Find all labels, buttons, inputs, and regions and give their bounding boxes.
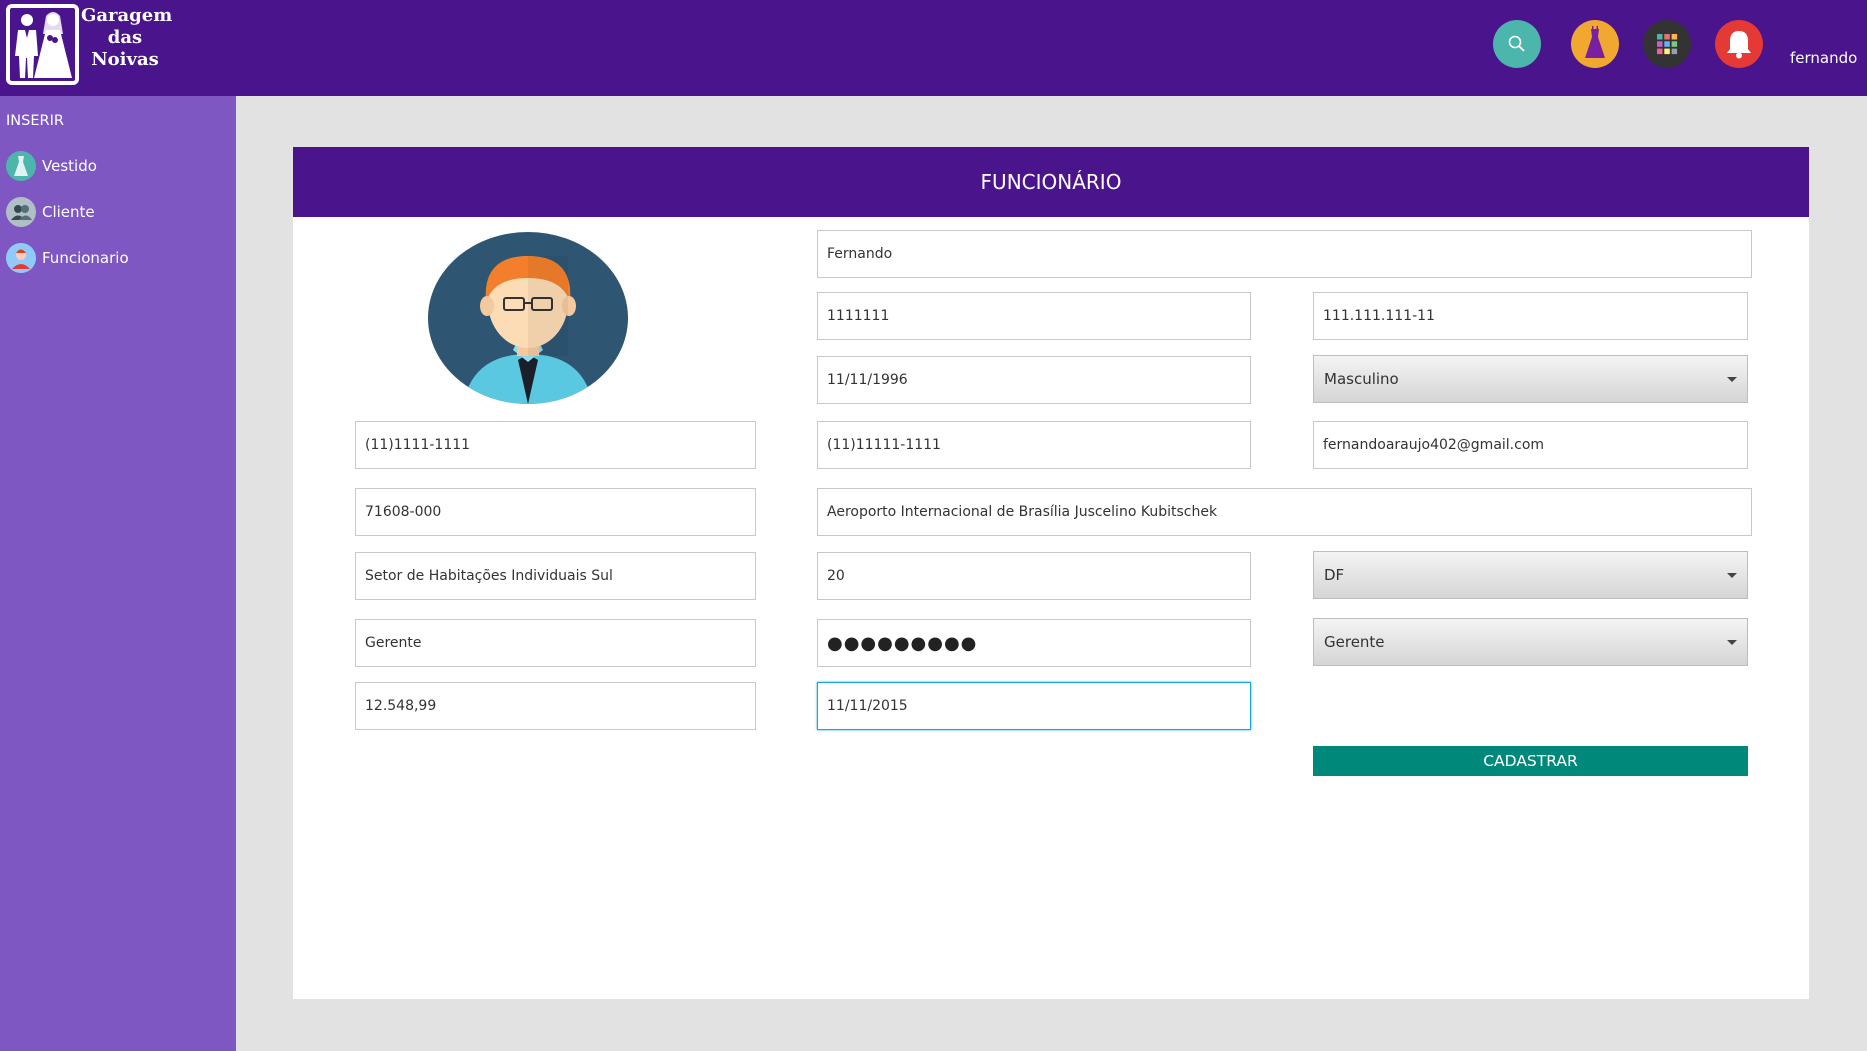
- name-field[interactable]: Fernando: [817, 230, 1752, 278]
- brand-line-2: das: [107, 27, 143, 48]
- mobile-field[interactable]: (11)11111-1111: [817, 421, 1251, 469]
- sidebar-item-funcionario[interactable]: Funcionario: [6, 242, 206, 274]
- number-field[interactable]: 20: [817, 552, 1251, 600]
- chevron-down-icon: [1727, 639, 1737, 645]
- logo-icon[interactable]: [6, 4, 79, 85]
- bell-icon[interactable]: [1715, 20, 1763, 68]
- hire-date-field[interactable]: 11/11/2015: [817, 682, 1251, 730]
- employee-icon: [6, 243, 36, 273]
- chevron-down-icon: [1727, 572, 1737, 578]
- employee-form-card: FUNCIONÁRIO Fernando 1111111 111.111.111…: [293, 147, 1809, 999]
- users-icon: [6, 197, 36, 227]
- rg-field[interactable]: 1111111: [817, 292, 1251, 340]
- sidebar-item-label: Funcionario: [42, 249, 129, 267]
- neighborhood-field[interactable]: Setor de Habitações Individuais Sul: [355, 552, 756, 600]
- role-field[interactable]: Gerente: [355, 619, 756, 667]
- avatar: [427, 232, 629, 404]
- form-title: FUNCIONÁRIO: [293, 147, 1809, 217]
- password-field[interactable]: ●●●●●●●●●: [817, 619, 1251, 667]
- gender-select-value: Masculino: [1324, 370, 1399, 388]
- sidebar-title: INSERIR: [6, 113, 64, 129]
- state-select[interactable]: DF: [1313, 551, 1748, 599]
- sidebar-item-label: Vestido: [42, 157, 97, 175]
- search-icon[interactable]: [1493, 20, 1541, 68]
- sidebar-item-label: Cliente: [42, 203, 95, 221]
- sidebar: INSERIR Vestido Cliente Funcionario: [0, 96, 236, 1051]
- phone-field[interactable]: (11)1111-1111: [355, 421, 756, 469]
- access-level-select[interactable]: Gerente: [1313, 618, 1748, 666]
- top-header: Garagem das Noivas fernando: [0, 0, 1867, 96]
- dress-icon: [6, 151, 36, 181]
- cpf-field[interactable]: 111.111.111-11: [1313, 292, 1748, 340]
- sidebar-item-cliente[interactable]: Cliente: [6, 196, 206, 228]
- birthdate-field[interactable]: 11/11/1996: [817, 356, 1251, 404]
- address-field[interactable]: Aeroporto Internacional de Brasília Jusc…: [817, 488, 1752, 536]
- username-label[interactable]: fernando: [1790, 49, 1857, 67]
- gender-select[interactable]: Masculino: [1313, 355, 1748, 403]
- access-level-select-value: Gerente: [1324, 633, 1385, 651]
- sidebar-item-vestido[interactable]: Vestido: [6, 150, 206, 182]
- brand-line-3: Noivas: [91, 49, 159, 70]
- state-select-value: DF: [1324, 566, 1345, 584]
- salary-field[interactable]: 12.548,99: [355, 682, 756, 730]
- apps-grid-icon[interactable]: [1643, 20, 1691, 68]
- email-field[interactable]: fernandoaraujo402@gmail.com: [1313, 421, 1748, 469]
- brand-name: Garagem das Noivas: [81, 5, 173, 71]
- dress-icon[interactable]: [1571, 20, 1619, 68]
- chevron-down-icon: [1727, 376, 1737, 382]
- brand-line-1: Garagem: [81, 5, 173, 26]
- cep-field[interactable]: 71608-000: [355, 488, 756, 536]
- submit-button[interactable]: CADASTRAR: [1313, 746, 1748, 776]
